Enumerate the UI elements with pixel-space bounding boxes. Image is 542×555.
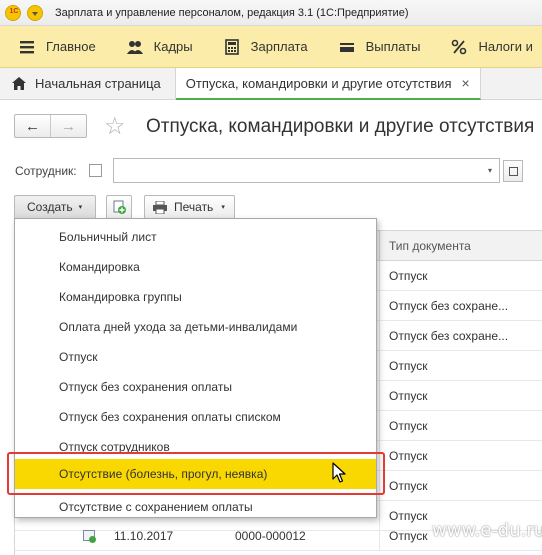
cell-doc-type: Отпуск без сохране... [389, 329, 509, 343]
menu-item-sick-leave[interactable]: Больничный лист [15, 222, 376, 252]
cell-doc-type: Отпуск без сохране... [389, 299, 509, 313]
section-label: Налоги и [478, 39, 533, 54]
cell-date: 11.10.2017 [114, 529, 174, 543]
mouse-cursor-icon [332, 462, 346, 483]
tab-absences-label: Отпуска, командировки и другие отсутстви… [185, 75, 452, 91]
title-bar: Зарплата и управление персоналом, редакц… [0, 0, 542, 26]
back-button[interactable]: ← [15, 115, 50, 137]
home-icon [12, 77, 26, 90]
employee-open-button[interactable] [503, 160, 523, 182]
section-payments[interactable]: Выплаты [320, 26, 421, 67]
create-button[interactable]: Создать ▾ [14, 195, 96, 219]
watermark: www.e-du.ru [432, 520, 542, 541]
section-main[interactable]: Главное [0, 26, 96, 67]
page-title: Отпуска, командировки и другие отсутстви… [146, 116, 535, 137]
employee-dropdown-button[interactable]: ▾ [480, 159, 500, 182]
section-label: Главное [46, 39, 96, 54]
printer-icon [153, 200, 167, 214]
menu-item-group-business-trip[interactable]: Командировка группы [15, 282, 376, 312]
column-header-doc-type[interactable]: Тип документа [389, 239, 471, 253]
column-divider [379, 521, 380, 551]
section-taxes[interactable]: Налоги и [432, 26, 533, 67]
chevron-down-icon: ▾ [78, 204, 83, 211]
print-button[interactable]: Печать ▾ [144, 195, 235, 219]
hamburger-icon [20, 40, 34, 53]
employee-label: Сотрудник: [15, 164, 77, 178]
column-divider [379, 231, 380, 261]
forward-button[interactable]: → [50, 115, 86, 137]
posted-document-icon [83, 530, 96, 543]
column-divider [379, 291, 380, 321]
column-divider [379, 261, 380, 291]
employee-filter-checkbox[interactable] [89, 164, 102, 177]
sections-panel: Главное Кадры Зарплата Выплаты Налоги и [0, 26, 542, 68]
wallet-icon [339, 42, 354, 52]
main-menu-icon[interactable] [27, 4, 43, 21]
percent-icon [452, 39, 467, 54]
cell-doc-type: Отпуск [389, 389, 428, 403]
employee-field[interactable] [113, 158, 500, 183]
app-logo-icon [5, 4, 22, 21]
cell-number: 0000-000012 [235, 529, 306, 543]
create-button-label: Создать [27, 200, 73, 214]
tab-home-label: Начальная страница [35, 76, 161, 91]
print-button-label: Печать [174, 200, 214, 214]
section-label: Зарплата [250, 39, 308, 54]
copy-document-icon [113, 200, 126, 214]
menu-item-business-trip[interactable]: Командировка [15, 252, 376, 282]
column-divider [379, 351, 380, 381]
menu-item-disabled-child-care[interactable]: Оплата дней ухода за детьми-инвалидами [15, 312, 376, 342]
window-title: Зарплата и управление персоналом, редакц… [55, 6, 409, 19]
cell-doc-type: Отпуск [389, 529, 428, 543]
column-divider [379, 381, 380, 411]
cell-doc-type: Отпуск [389, 419, 428, 433]
chevron-down-icon: ▾ [221, 204, 225, 211]
menu-item-paid-absence[interactable]: Отсутствие с сохранением оплаты [15, 492, 376, 522]
menu-item-vacation[interactable]: Отпуск [15, 342, 376, 372]
cell-doc-type: Отпуск [389, 269, 428, 283]
menu-item-unpaid-leave[interactable]: Отпуск без сохранения оплаты [15, 372, 376, 402]
people-icon [126, 40, 143, 54]
navigation-buttons: ← → [14, 114, 87, 138]
cell-doc-type: Отпуск [389, 359, 428, 373]
section-label: Выплаты [365, 39, 421, 54]
cell-doc-type: Отпуск [389, 479, 428, 493]
open-windows-tabs: Начальная страница Отпуска, командировки… [0, 68, 542, 100]
close-icon[interactable]: × [461, 75, 469, 91]
section-salary[interactable]: Зарплата [205, 26, 308, 67]
calculator-icon [224, 38, 239, 55]
favorite-star-icon[interactable]: ☆ [104, 112, 126, 141]
menu-item-unpaid-leave-list[interactable]: Отпуск без сохранения оплаты списком [15, 402, 376, 432]
tab-absences[interactable]: Отпуска, командировки и другие отсутстви… [175, 68, 481, 100]
column-divider [379, 321, 380, 351]
section-label: Кадры [153, 39, 193, 54]
section-hr[interactable]: Кадры [108, 26, 193, 67]
annotation-highlight-frame [7, 452, 385, 495]
tab-home[interactable]: Начальная страница [0, 68, 176, 99]
column-divider [379, 411, 380, 441]
cell-doc-type: Отпуск [389, 449, 428, 463]
copy-button[interactable] [106, 195, 132, 219]
